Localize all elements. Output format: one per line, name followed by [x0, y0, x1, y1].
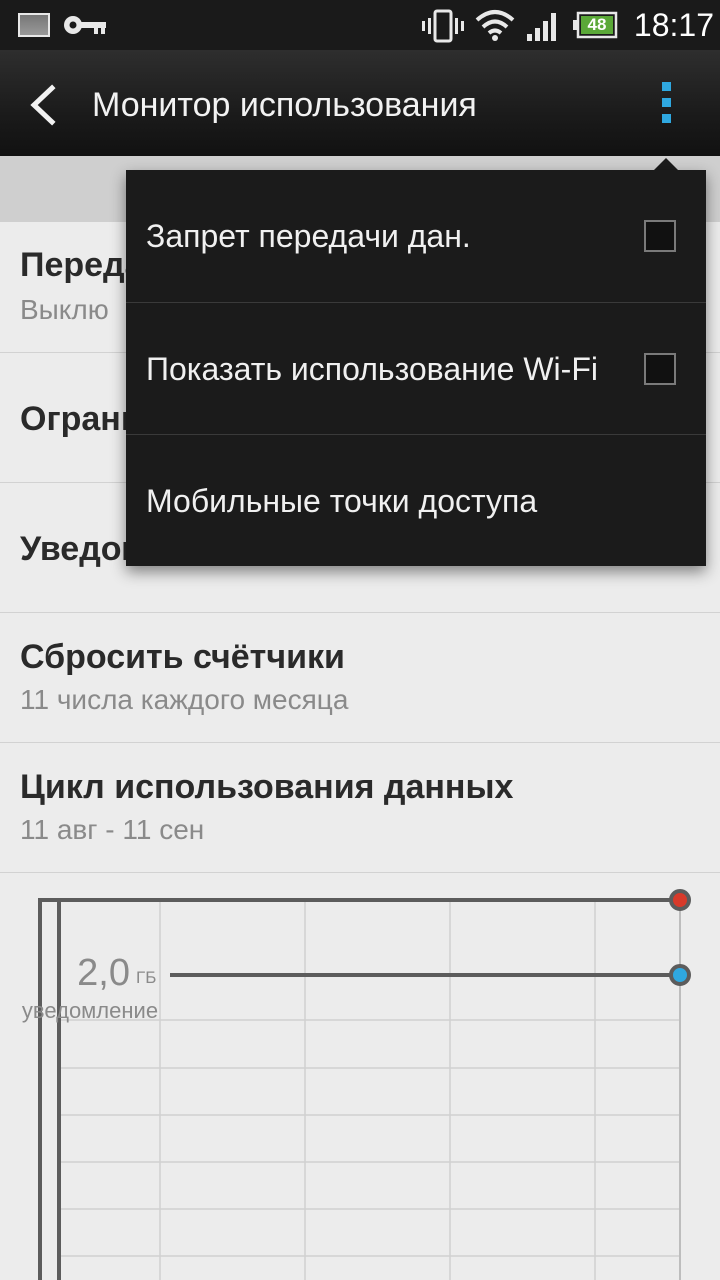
clock: 18:17 — [633, 7, 714, 43]
menu-item-label: Запрет передачи дан. — [146, 218, 471, 254]
warning-label: уведомление — [22, 998, 158, 1023]
action-bar: Монитор использования — [0, 50, 720, 156]
setting-reset-counters[interactable]: Сбросить счётчики 11 числа каждого месяц… — [0, 612, 720, 743]
setting-subtitle: 11 числа каждого месяца — [20, 684, 349, 715]
key-icon — [64, 16, 106, 34]
warning-unit: ГБ — [136, 968, 156, 987]
menu-item-mobile-hotspots[interactable]: Мобильные точки доступа — [126, 434, 706, 567]
signal-icon — [527, 13, 556, 41]
cycle-handle-start[interactable] — [38, 900, 61, 1280]
battery-level: 48 — [587, 15, 607, 34]
menu-item-show-wifi-usage[interactable]: Показать использование Wi-Fi — [126, 302, 706, 435]
overflow-menu: Запрет передачи дан. Показать использова… — [126, 170, 706, 566]
usage-chart: 2,0 ГБ уведомление — [22, 889, 691, 1280]
setting-title: Цикл использования данных — [20, 768, 514, 806]
menu-item-label: Мобильные точки доступа — [146, 483, 538, 519]
menu-item-restrict-data[interactable]: Запрет передачи дан. — [126, 170, 706, 302]
setting-subtitle: Выклю — [20, 294, 109, 325]
status-bar: 48 18:17 — [0, 0, 720, 50]
warning-line[interactable] — [170, 964, 691, 986]
wifi-icon — [475, 10, 515, 41]
setting-title: Ограни — [20, 400, 142, 438]
page-title: Монитор использования — [92, 86, 477, 124]
limit-line[interactable] — [38, 889, 691, 911]
vibrate-icon — [422, 9, 464, 43]
setting-usage-cycle[interactable]: Цикл использования данных 11 авг - 11 се… — [0, 742, 720, 873]
chart-grid — [60, 902, 680, 1280]
menu-item-label: Показать использование Wi-Fi — [146, 351, 598, 387]
restrict-data-checkbox[interactable] — [644, 220, 676, 252]
show-wifi-checkbox[interactable] — [644, 353, 676, 385]
chevron-left-icon[interactable] — [20, 80, 70, 130]
image-icon — [18, 13, 50, 37]
overflow-menu-icon[interactable] — [650, 78, 684, 128]
setting-title: Переда — [20, 246, 144, 284]
setting-title: Сбросить счётчики — [20, 638, 345, 676]
setting-subtitle: 11 авг - 11 сен — [20, 814, 205, 845]
warning-value: 2,0 — [77, 952, 130, 994]
